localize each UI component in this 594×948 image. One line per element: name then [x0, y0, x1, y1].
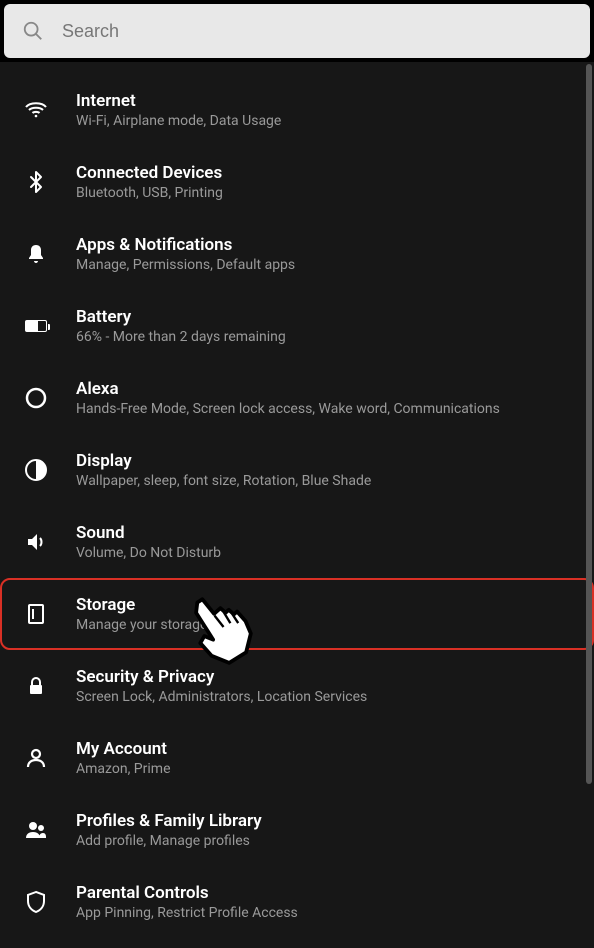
profiles-icon [16, 818, 56, 842]
item-text: My Account Amazon, Prime [76, 739, 578, 777]
lock-icon [16, 674, 56, 698]
alexa-icon [16, 386, 56, 410]
settings-item-alexa[interactable]: Alexa Hands-Free Mode, Screen lock acces… [0, 362, 594, 434]
item-text: Sound Volume, Do Not Disturb [76, 523, 578, 561]
item-title: Connected Devices [76, 163, 578, 183]
item-text: Display Wallpaper, sleep, font size, Rot… [76, 451, 578, 489]
search-bar[interactable] [4, 4, 590, 58]
item-subtitle: Bluetooth, USB, Printing [76, 185, 578, 201]
search-icon [22, 20, 44, 42]
settings-item-security-privacy[interactable]: Security & Privacy Screen Lock, Administ… [0, 650, 594, 722]
item-title: Storage [76, 595, 578, 615]
item-text: Apps & Notifications Manage, Permissions… [76, 235, 578, 273]
account-icon [16, 746, 56, 770]
bluetooth-icon [16, 170, 56, 194]
item-subtitle: Amazon, Prime [76, 761, 578, 777]
item-text: Parental Controls App Pinning, Restrict … [76, 883, 578, 921]
item-subtitle: Manage, Permissions, Default apps [76, 257, 578, 273]
settings-item-display[interactable]: Display Wallpaper, sleep, font size, Rot… [0, 434, 594, 506]
item-title: Apps & Notifications [76, 235, 578, 255]
search-bar-container [0, 0, 594, 62]
scrollbar[interactable] [586, 64, 592, 784]
item-text: Alexa Hands-Free Mode, Screen lock acces… [76, 379, 578, 417]
item-subtitle: Add profile, Manage profiles [76, 833, 578, 849]
settings-list: Internet Wi-Fi, Airplane mode, Data Usag… [0, 62, 594, 938]
wifi-icon [16, 98, 56, 122]
item-title: My Account [76, 739, 578, 759]
item-title: Parental Controls [76, 883, 578, 903]
item-text: Battery 66% - More than 2 days remaining [76, 307, 578, 345]
item-title: Sound [76, 523, 578, 543]
item-text: Connected Devices Bluetooth, USB, Printi… [76, 163, 578, 201]
item-subtitle: Manage your storage [76, 617, 578, 633]
storage-icon [16, 602, 56, 626]
item-title: Profiles & Family Library [76, 811, 578, 831]
item-text: Security & Privacy Screen Lock, Administ… [76, 667, 578, 705]
settings-item-apps-notifications[interactable]: Apps & Notifications Manage, Permissions… [0, 218, 594, 290]
settings-item-sound[interactable]: Sound Volume, Do Not Disturb [0, 506, 594, 578]
search-input[interactable] [62, 21, 572, 42]
item-subtitle: 66% - More than 2 days remaining [76, 329, 578, 345]
item-title: Internet [76, 91, 578, 111]
item-text: Internet Wi-Fi, Airplane mode, Data Usag… [76, 91, 578, 129]
bell-icon [16, 242, 56, 266]
battery-icon [16, 320, 56, 332]
item-subtitle: Wallpaper, sleep, font size, Rotation, B… [76, 473, 578, 489]
settings-item-connected-devices[interactable]: Connected Devices Bluetooth, USB, Printi… [0, 146, 594, 218]
settings-item-my-account[interactable]: My Account Amazon, Prime [0, 722, 594, 794]
item-title: Battery [76, 307, 578, 327]
settings-item-storage[interactable]: Storage Manage your storage [0, 578, 594, 650]
settings-item-profiles-family[interactable]: Profiles & Family Library Add profile, M… [0, 794, 594, 866]
item-title: Alexa [76, 379, 578, 399]
display-icon [16, 458, 56, 482]
item-subtitle: Wi-Fi, Airplane mode, Data Usage [76, 113, 578, 129]
settings-item-internet[interactable]: Internet Wi-Fi, Airplane mode, Data Usag… [0, 74, 594, 146]
settings-item-parental-controls[interactable]: Parental Controls App Pinning, Restrict … [0, 866, 594, 938]
item-title: Display [76, 451, 578, 471]
settings-item-battery[interactable]: Battery 66% - More than 2 days remaining [0, 290, 594, 362]
item-subtitle: Volume, Do Not Disturb [76, 545, 578, 561]
item-subtitle: Hands-Free Mode, Screen lock access, Wak… [76, 401, 578, 417]
item-text: Profiles & Family Library Add profile, M… [76, 811, 578, 849]
item-subtitle: Screen Lock, Administrators, Location Se… [76, 689, 578, 705]
item-text: Storage Manage your storage [76, 595, 578, 633]
item-title: Security & Privacy [76, 667, 578, 687]
item-subtitle: App Pinning, Restrict Profile Access [76, 905, 578, 921]
shield-icon [16, 890, 56, 914]
sound-icon [16, 530, 56, 554]
